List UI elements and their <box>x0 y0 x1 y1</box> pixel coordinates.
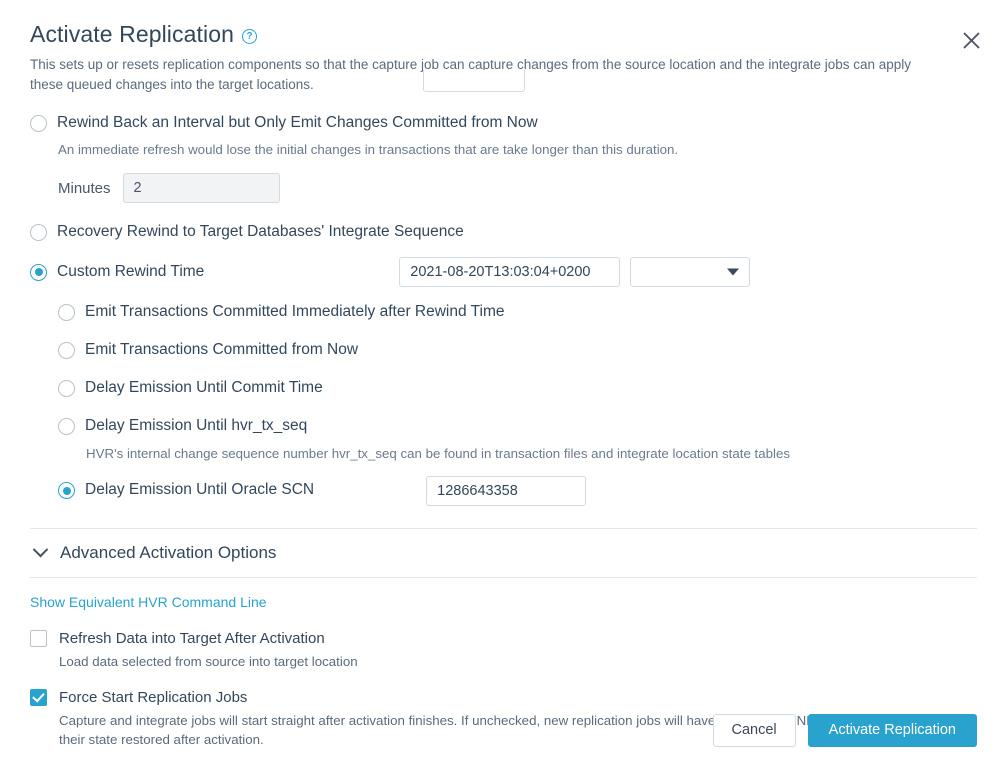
rewind-interval-hint: An immediate refresh would lose the init… <box>58 142 679 158</box>
option-label: Emit Transactions Committed Immediately … <box>85 302 505 320</box>
option-delay-until-hvr-tx-seq[interactable]: Delay Emission Until hvr_tx_seq <box>58 413 977 439</box>
help-circle-icon[interactable]: ? <box>242 29 257 45</box>
radio-delay-until-oracle-scn[interactable] <box>58 482 75 500</box>
accordion-label: Advanced Activation Options <box>60 542 277 562</box>
option-label: Delay Emission Until Commit Time <box>85 378 323 396</box>
option-emit-immediately-after-rewind[interactable]: Emit Transactions Committed Immediately … <box>58 299 977 325</box>
activate-replication-dialog: Activate Replication ? This sets up or r… <box>0 0 1007 761</box>
close-icon[interactable] <box>957 26 985 54</box>
cancel-button[interactable]: Cancel <box>712 713 796 747</box>
radio-custom-rewind-time[interactable] <box>30 263 47 281</box>
option-delay-until-commit-time[interactable]: Delay Emission Until Commit Time <box>58 375 977 401</box>
option-label: Emit Transactions Committed from Now <box>85 340 359 358</box>
option-emit-committed-from-now[interactable]: Emit Transactions Committed from Now <box>58 337 977 363</box>
option-label: Rewind Back an Interval but Only Emit Ch… <box>57 114 538 132</box>
option-label: Delay Emission Until hvr_tx_seq <box>85 416 308 434</box>
minutes-input[interactable] <box>122 173 280 204</box>
option-custom-rewind-time[interactable]: Custom Rewind Time <box>30 257 977 288</box>
radio-emit-immediately-after-rewind[interactable] <box>58 303 75 321</box>
oracle-scn-input[interactable] <box>426 475 587 506</box>
option-label: Custom Rewind Time <box>57 262 205 280</box>
checkbox-label: Refresh Data into Target After Activatio… <box>59 629 325 647</box>
rewind-timezone-dropdown[interactable] <box>630 257 751 288</box>
minutes-label: Minutes <box>58 179 111 197</box>
hvr-tx-seq-hint: HVR's internal change sequence number hv… <box>86 446 791 462</box>
checkbox-refresh-data-into-target[interactable] <box>30 629 47 647</box>
radio-delay-until-commit-time[interactable] <box>58 379 75 397</box>
dialog-body: Rewind Back an Interval but Only Emit Ch… <box>0 110 1007 749</box>
option-recovery-rewind[interactable]: Recovery Rewind to Target Databases' Int… <box>30 219 977 245</box>
radio-delay-until-hvr-tx-seq[interactable] <box>58 417 75 435</box>
activate-replication-button[interactable]: Activate Replication <box>807 713 977 747</box>
refresh-data-checkbox-block: Refresh Data into Target After Activatio… <box>30 629 977 671</box>
option-label: Delay Emission Until Oracle SCN <box>85 481 315 499</box>
minutes-field-row: Minutes <box>58 173 977 204</box>
emission-options-group: Emit Transactions Committed Immediately … <box>58 299 977 506</box>
clipped-input-edge <box>423 70 525 92</box>
section-divider-bottom <box>30 576 977 578</box>
radio-rewind-interval[interactable] <box>30 114 47 132</box>
custom-rewind-timestamp-input[interactable] <box>399 257 621 288</box>
checkbox-row-refresh-data[interactable]: Refresh Data into Target After Activatio… <box>30 629 977 647</box>
chevron-down-icon <box>32 542 49 558</box>
chevron-down-icon <box>727 268 740 276</box>
page-title: Activate Replication <box>30 21 234 47</box>
show-equivalent-command-line-link[interactable]: Show Equivalent HVR Command Line <box>30 594 267 610</box>
option-rewind-interval[interactable]: Rewind Back an Interval but Only Emit Ch… <box>30 110 977 136</box>
radio-emit-committed-from-now[interactable] <box>58 341 75 359</box>
refresh-data-hint: Load data selected from source into targ… <box>59 653 358 669</box>
title-row: Activate Replication ? <box>30 21 977 47</box>
advanced-activation-options-accordion[interactable]: Advanced Activation Options <box>30 529 977 577</box>
option-label: Recovery Rewind to Target Databases' Int… <box>57 222 464 240</box>
option-delay-until-oracle-scn[interactable]: Delay Emission Until Oracle SCN <box>58 475 977 506</box>
radio-recovery-rewind[interactable] <box>30 223 47 241</box>
dialog-footer: Cancel Activate Replication <box>0 699 1007 761</box>
